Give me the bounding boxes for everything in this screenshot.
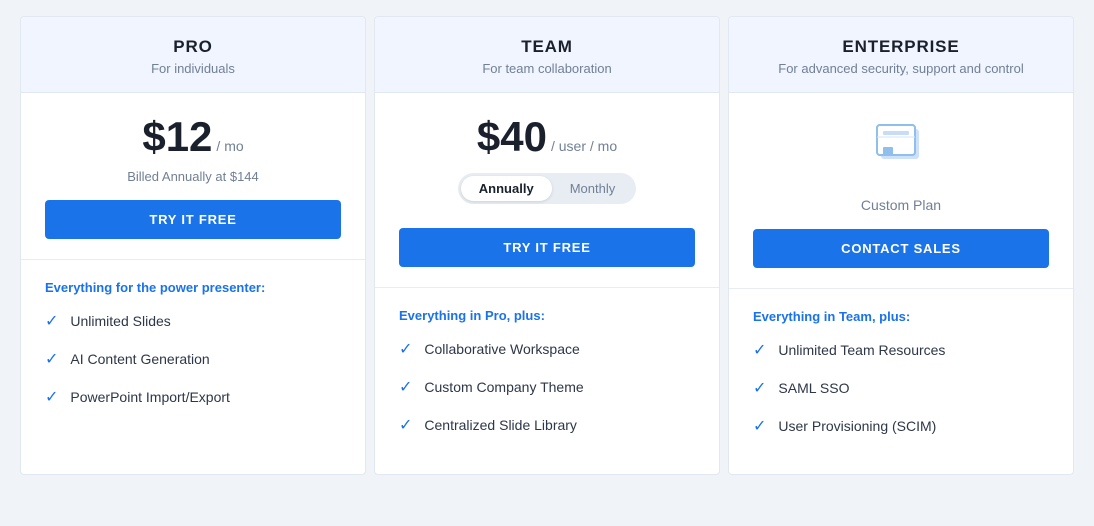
price-period-pro: / mo: [216, 138, 243, 154]
plan-header-enterprise: ENTERPRISE For advanced security, suppor…: [729, 17, 1073, 93]
feature-item: ✓ Unlimited Team Resources: [753, 340, 1049, 360]
feature-item: ✓ AI Content Generation: [45, 349, 341, 369]
price-dollar-pro: $12: [142, 113, 212, 161]
features-section-enterprise: Everything in Team, plus: ✓ Unlimited Te…: [729, 289, 1073, 474]
check-icon: ✓: [753, 378, 766, 398]
plan-header-team: TEAM For team collaboration: [375, 17, 719, 93]
feature-text: Unlimited Team Resources: [778, 342, 945, 358]
try-free-button-team[interactable]: TRY IT FREE: [399, 228, 695, 267]
enterprise-icon: [869, 113, 933, 177]
price-amount-team: $40 / user / mo: [477, 113, 617, 161]
billing-note-pro: Billed Annually at $144: [127, 169, 259, 184]
plan-name-enterprise: ENTERPRISE: [745, 37, 1057, 57]
contact-sales-button[interactable]: CONTACT SALES: [753, 229, 1049, 268]
check-icon: ✓: [399, 415, 412, 435]
feature-item: ✓ User Provisioning (SCIM): [753, 416, 1049, 436]
price-dollar-team: $40: [477, 113, 547, 161]
plan-card-pro: PRO For individuals $12 / mo Billed Annu…: [20, 16, 366, 475]
feature-text: SAML SSO: [778, 380, 849, 396]
price-period-team: / user / mo: [551, 138, 617, 154]
feature-text: User Provisioning (SCIM): [778, 418, 936, 434]
plan-name-pro: PRO: [37, 37, 349, 57]
feature-item: ✓ Centralized Slide Library: [399, 415, 695, 435]
feature-text: AI Content Generation: [70, 351, 209, 367]
feature-item: ✓ Custom Company Theme: [399, 377, 695, 397]
check-icon: ✓: [45, 311, 58, 331]
features-title-pro: Everything for the power presenter:: [45, 280, 341, 295]
feature-item: ✓ PowerPoint Import/Export: [45, 387, 341, 407]
feature-item: ✓ Collaborative Workspace: [399, 339, 695, 359]
feature-text: Custom Company Theme: [424, 379, 583, 395]
check-icon: ✓: [45, 387, 58, 407]
plan-header-pro: PRO For individuals: [21, 17, 365, 93]
feature-item: ✓ SAML SSO: [753, 378, 1049, 398]
plan-pricing-team: $40 / user / mo Annually Monthly TRY IT …: [375, 93, 719, 288]
plan-subtitle-team: For team collaboration: [391, 61, 703, 76]
plan-card-team: TEAM For team collaboration $40 / user /…: [374, 16, 720, 475]
check-icon: ✓: [399, 377, 412, 397]
plan-subtitle-pro: For individuals: [37, 61, 349, 76]
feature-item: ✓ Unlimited Slides: [45, 311, 341, 331]
pricing-grid: PRO For individuals $12 / mo Billed Annu…: [16, 16, 1078, 475]
plan-pricing-enterprise: Custom Plan CONTACT SALES: [729, 93, 1073, 289]
toggle-monthly[interactable]: Monthly: [552, 176, 634, 201]
plan-pricing-pro: $12 / mo Billed Annually at $144 TRY IT …: [21, 93, 365, 260]
feature-text: Collaborative Workspace: [424, 341, 579, 357]
feature-text: Unlimited Slides: [70, 313, 170, 329]
try-free-button-pro[interactable]: TRY IT FREE: [45, 200, 341, 239]
toggle-annually[interactable]: Annually: [461, 176, 552, 201]
features-section-pro: Everything for the power presenter: ✓ Un…: [21, 260, 365, 445]
check-icon: ✓: [399, 339, 412, 359]
check-icon: ✓: [45, 349, 58, 369]
plan-card-enterprise: ENTERPRISE For advanced security, suppor…: [728, 16, 1074, 475]
plan-name-team: TEAM: [391, 37, 703, 57]
feature-text: Centralized Slide Library: [424, 417, 577, 433]
price-amount-pro: $12 / mo: [142, 113, 243, 161]
plan-subtitle-enterprise: For advanced security, support and contr…: [745, 61, 1057, 76]
features-title-team: Everything in Pro, plus:: [399, 308, 695, 323]
feature-text: PowerPoint Import/Export: [70, 389, 230, 405]
billing-toggle[interactable]: Annually Monthly: [458, 173, 636, 204]
features-section-team: Everything in Pro, plus: ✓ Collaborative…: [375, 288, 719, 473]
check-icon: ✓: [753, 416, 766, 436]
custom-plan-label: Custom Plan: [861, 197, 941, 213]
check-icon: ✓: [753, 340, 766, 360]
features-title-enterprise: Everything in Team, plus:: [753, 309, 1049, 324]
